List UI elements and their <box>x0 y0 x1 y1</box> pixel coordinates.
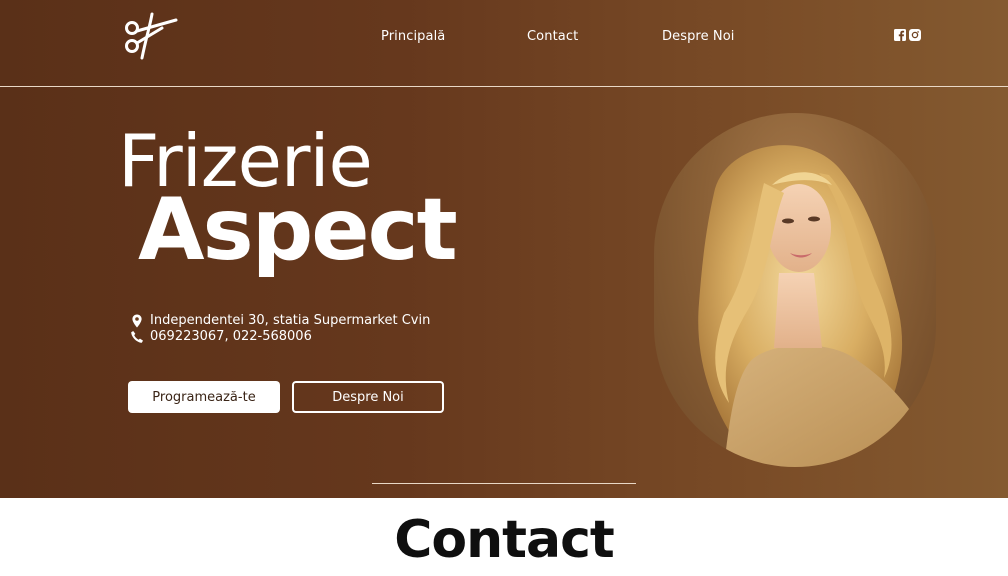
hero-portrait-image <box>654 113 936 467</box>
about-us-button[interactable]: Despre Noi <box>292 381 444 413</box>
instagram-icon[interactable] <box>909 29 921 41</box>
hero-title-line2: Aspect <box>138 180 458 280</box>
scissors-logo-icon[interactable] <box>122 8 182 66</box>
nav-link-contact[interactable]: Contact <box>527 29 578 44</box>
nav-divider <box>0 86 1008 87</box>
address-row: Independentei 30, statia Supermarket Cvi… <box>130 313 430 328</box>
hero-section: Principală Contact Despre Noi Frizerie A… <box>0 0 1008 498</box>
hero-bottom-divider <box>372 483 636 484</box>
address-text: Independentei 30, statia Supermarket Cvi… <box>150 313 431 328</box>
phone-text: 069223067, 022-568006 <box>150 329 312 344</box>
location-pin-icon <box>132 314 142 327</box>
nav-link-despre-noi[interactable]: Despre Noi <box>662 29 735 44</box>
portrait-illustration <box>698 145 936 467</box>
book-appointment-button[interactable]: Programează-te <box>128 381 280 413</box>
facebook-icon[interactable] <box>894 29 906 41</box>
contact-section-heading: Contact <box>394 510 615 570</box>
phone-row: 069223067, 022-568006 <box>130 329 312 344</box>
phone-icon <box>131 330 143 343</box>
nav-link-principala[interactable]: Principală <box>381 29 445 44</box>
